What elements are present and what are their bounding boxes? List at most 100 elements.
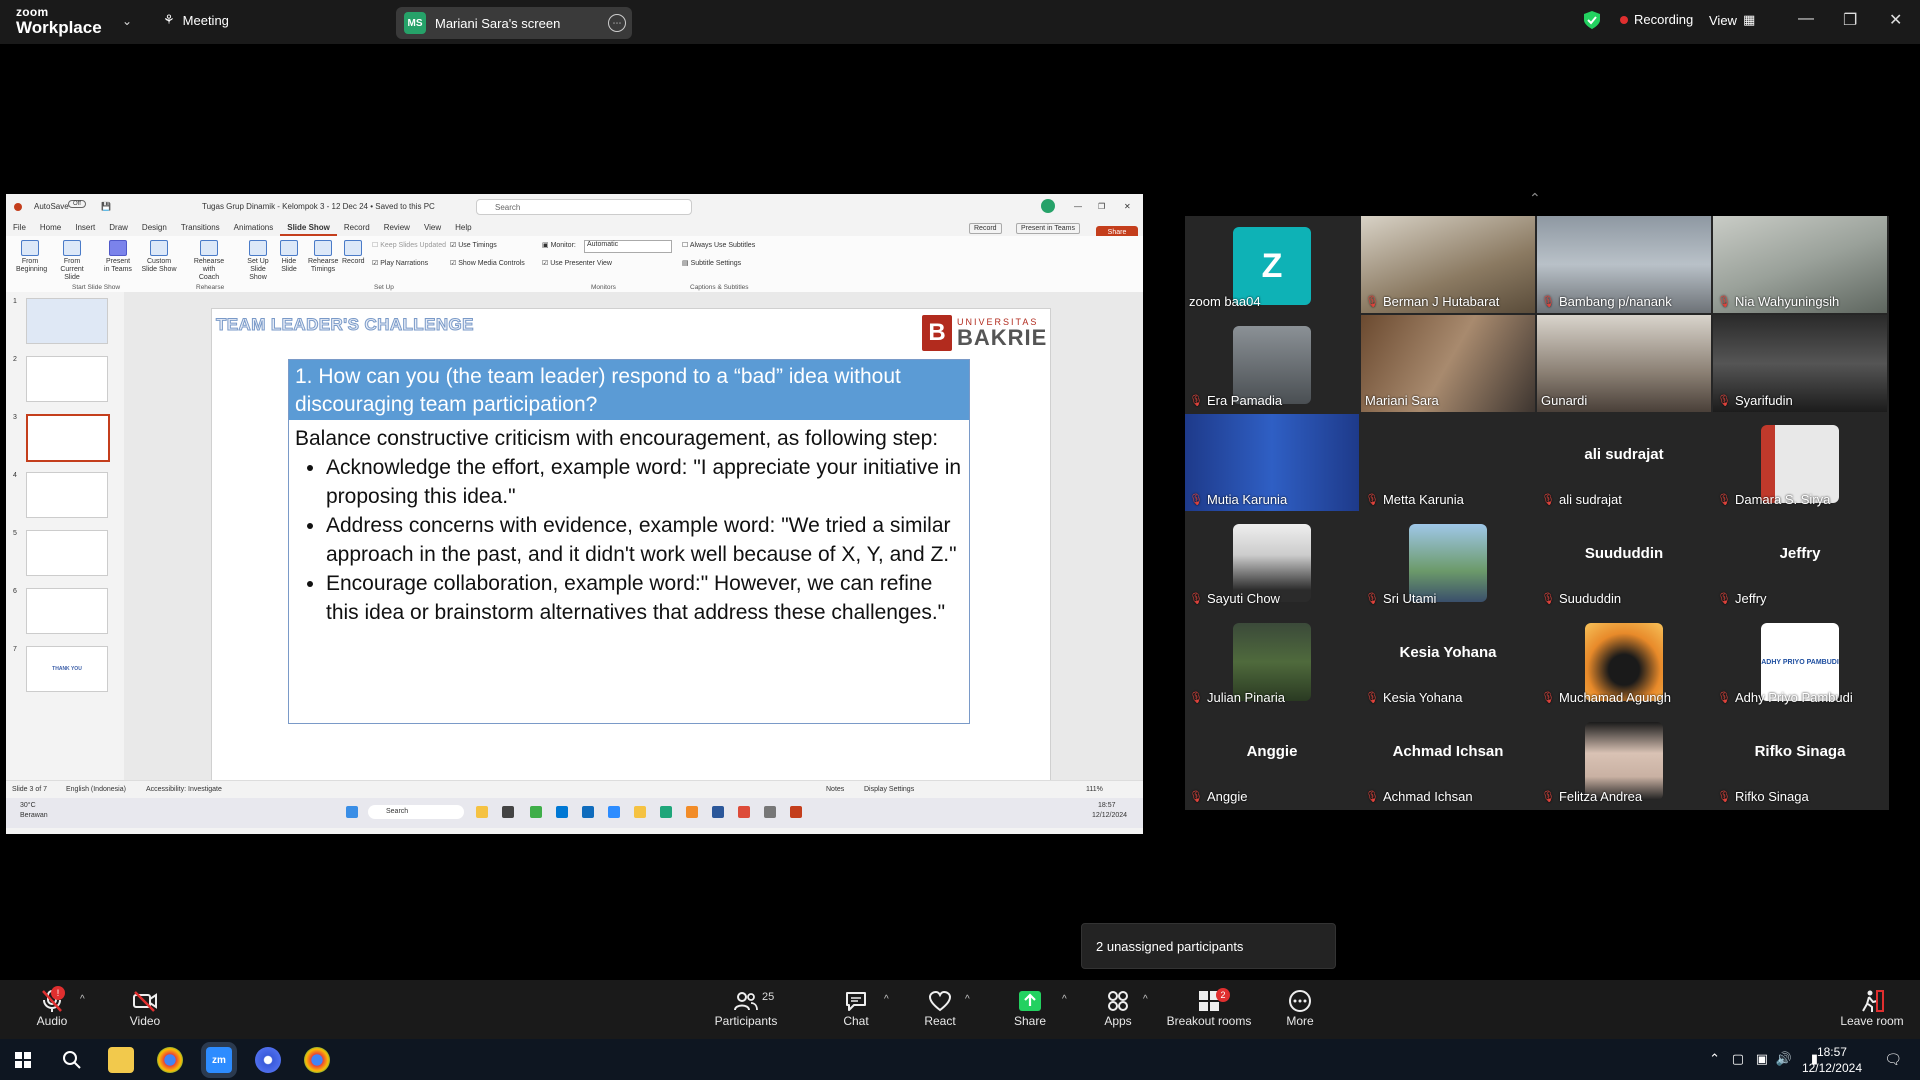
tab-draw[interactable]: Draw (102, 220, 135, 236)
slide-thumbnail[interactable]: THANK YOU (26, 646, 108, 692)
tab-slide-show[interactable]: Slide Show (280, 220, 337, 236)
tab-design[interactable]: Design (135, 220, 174, 236)
participant-tile[interactable]: Jeffry 🎙 Jeffry (1713, 513, 1887, 610)
security-shield-icon[interactable] (1584, 11, 1600, 34)
app-icon[interactable] (530, 806, 542, 818)
screen-share-indicator[interactable]: MS Mariani Sara's screen ⋯ (396, 7, 632, 39)
use-timings-checkbox[interactable]: ☑ Use Timings (450, 242, 497, 250)
monitor-select[interactable]: Automatic (584, 240, 672, 253)
audio-options-caret[interactable]: ^ (80, 994, 85, 1005)
system-clock[interactable]: 18:57 12/12/2024 (1802, 1044, 1862, 1076)
tab-transitions[interactable]: Transitions (174, 220, 227, 236)
participant-tile[interactable]: Suududdin 🎙 Suududdin (1537, 513, 1711, 610)
play-narrations-checkbox[interactable]: ☑ Play Narrations (372, 260, 428, 268)
share-options-caret[interactable]: ^ (1062, 994, 1067, 1005)
chevron-down-icon[interactable]: ⌄ (122, 14, 132, 28)
participant-tile[interactable]: Kesia Yohana 🎙 Kesia Yohana (1361, 612, 1535, 709)
more-button[interactable]: More (1282, 988, 1318, 1028)
document-title[interactable]: Tugas Grup Dinamik - Kelompok 3 - 12 Dec… (202, 202, 435, 211)
ppt-search-box[interactable]: Search (476, 199, 692, 215)
app-icon[interactable] (502, 806, 514, 818)
save-icon[interactable]: 💾 (101, 202, 111, 211)
show-media-controls-checkbox[interactable]: ☑ Show Media Controls (450, 260, 525, 268)
language-indicator[interactable]: English (Indonesia) (66, 786, 126, 793)
notifications-icon[interactable]: 🗨 (1884, 1051, 1902, 1068)
chrome-icon[interactable] (738, 806, 750, 818)
leave-room-button[interactable]: Leave room (1836, 988, 1908, 1028)
record-ribbon-button[interactable]: Record (342, 240, 365, 266)
search-icon[interactable] (59, 1047, 85, 1073)
powerpoint-icon[interactable] (790, 806, 802, 818)
participant-tile[interactable]: Anggie 🎙 Anggie (1185, 711, 1359, 808)
chevron-up-icon[interactable]: ⌃ (1529, 190, 1541, 207)
apps-button[interactable]: Apps (1098, 988, 1138, 1028)
participant-tile[interactable]: 🎙 Berman J Hutabarat (1361, 216, 1535, 313)
view-button[interactable]: View ▦ (1709, 12, 1755, 28)
tab-insert[interactable]: Insert (68, 220, 102, 236)
slide-thumbnail-selected[interactable] (26, 414, 110, 462)
network-icon[interactable]: ▣ (1756, 1051, 1768, 1067)
outlook-icon[interactable] (556, 806, 568, 818)
app-icon[interactable] (255, 1047, 281, 1073)
account-avatar[interactable] (1041, 199, 1055, 213)
participant-tile[interactable]: 🎙 Syarifudin (1713, 315, 1887, 412)
react-options-caret[interactable]: ^ (965, 994, 970, 1005)
tab-file[interactable]: File (6, 220, 33, 236)
settings-icon[interactable] (764, 806, 776, 818)
participant-tile[interactable]: 🎙 Damara S. Sirya (1713, 414, 1887, 511)
close-icon[interactable]: ✕ (1889, 10, 1902, 30)
participant-tile[interactable]: Z zoom baa04 (1185, 216, 1359, 313)
always-use-subtitles-checkbox[interactable]: ☐ Always Use Subtitles (682, 242, 755, 250)
set-up-slide-show-button[interactable]: Set Up Slide Show (242, 240, 274, 282)
record-button[interactable]: Record (969, 223, 1002, 234)
accessibility-indicator[interactable]: Accessibility: Investigate (146, 786, 222, 793)
slide-thumbnail[interactable] (26, 298, 108, 344)
participant-tile[interactable]: 🎙 Muchamad Agungh (1537, 612, 1711, 709)
participant-tile[interactable]: Rifko Sinaga 🎙 Rifko Sinaga (1713, 711, 1887, 808)
slide-thumbnail[interactable] (26, 472, 108, 518)
file-explorer-icon[interactable] (108, 1047, 134, 1073)
unassigned-participants-popup[interactable]: 2 unassigned participants (1081, 923, 1336, 969)
present-in-teams-ribbon-button[interactable]: Present in Teams (104, 240, 132, 274)
participant-tile[interactable]: 🎙 Nia Wahyuningsih (1713, 216, 1887, 313)
recording-indicator[interactable]: Recording (1620, 12, 1693, 27)
chrome-icon[interactable] (157, 1047, 183, 1073)
video-button[interactable]: Video (123, 988, 167, 1028)
volume-icon[interactable]: 🔊 (1776, 1051, 1792, 1067)
tab-view[interactable]: View (417, 220, 448, 236)
display-settings-button[interactable]: Display Settings (864, 786, 914, 793)
custom-slide-show-button[interactable]: Custom Slide Show (140, 240, 178, 274)
participant-tile[interactable]: Achmad Ichsan 🎙 Achmad Ichsan (1361, 711, 1535, 808)
app-icon[interactable] (686, 806, 698, 818)
participant-tile[interactable]: 🎙 Julian Pinaria (1185, 612, 1359, 709)
keep-slides-updated-checkbox[interactable]: ☐ Keep Slides Updated (372, 242, 446, 250)
breakout-rooms-button[interactable]: Breakout rooms (1164, 988, 1254, 1028)
hide-slide-button[interactable]: Hide Slide (278, 240, 300, 274)
participant-tile[interactable]: 🎙 Mutia Karunia (1185, 414, 1359, 511)
chat-options-caret[interactable]: ^ (884, 994, 889, 1005)
slide-thumbnail[interactable] (26, 356, 108, 402)
tab-review[interactable]: Review (377, 220, 417, 236)
tab-animations[interactable]: Animations (227, 220, 281, 236)
from-beginning-button[interactable]: From Beginning (16, 240, 47, 274)
react-button[interactable]: React (920, 988, 960, 1028)
rehearse-with-coach-button[interactable]: Rehearse with Coach (192, 240, 226, 282)
word-icon[interactable] (712, 806, 724, 818)
participant-tile-active-speaker[interactable]: Gunardi (1537, 315, 1711, 412)
meet-now-icon[interactable]: ▢ (1732, 1051, 1744, 1067)
participant-tile[interactable]: ali sudrajat 🎙 ali sudrajat (1537, 414, 1711, 511)
app-icon[interactable] (582, 806, 594, 818)
zoom-workplace-logo[interactable]: zoom Workplace (16, 6, 102, 36)
folder-icon[interactable] (634, 806, 646, 818)
participant-tile[interactable]: 🎙 Sri Utami (1361, 513, 1535, 610)
tray-overflow-icon[interactable]: ⌃ (1709, 1051, 1720, 1067)
participant-tile[interactable]: 🎙 Felitza Andrea (1537, 711, 1711, 808)
meeting-menu[interactable]: ⚘ Meeting (163, 12, 229, 28)
restore-icon[interactable]: ❐ (1098, 202, 1105, 211)
from-current-slide-button[interactable]: From Current Slide (54, 240, 90, 282)
present-in-teams-button[interactable]: Present in Teams (1016, 223, 1080, 234)
notes-button[interactable]: Notes (826, 786, 844, 793)
edge-icon[interactable] (660, 806, 672, 818)
participant-tile[interactable]: Mariani Sara (1361, 315, 1535, 412)
more-options-icon[interactable]: ⋯ (608, 14, 626, 32)
